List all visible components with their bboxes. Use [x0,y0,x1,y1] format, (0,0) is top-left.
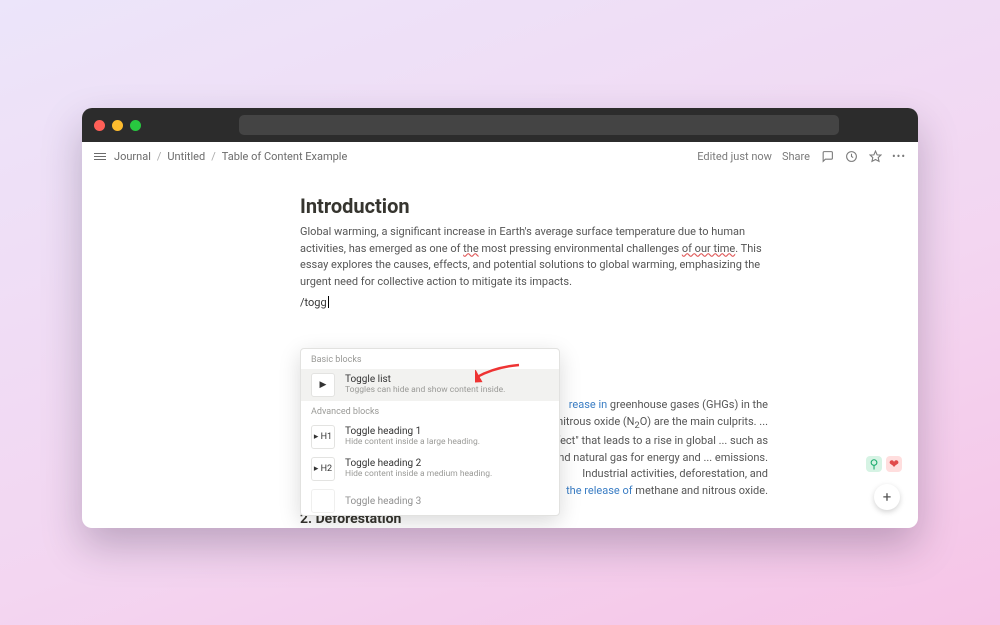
app-window: Journal / Untitled / Table of Content Ex… [82,108,918,528]
menu-icon[interactable] [94,153,106,160]
close-icon[interactable] [94,120,105,131]
menu-item-subtitle: Hide content inside a large heading. [345,437,480,447]
address-bar[interactable] [239,115,839,135]
window-controls [94,120,141,131]
share-button[interactable]: Share [782,150,810,163]
comment-icon[interactable] [820,149,834,163]
menu-item-toggle-list[interactable]: ▶ Toggle list Toggles can hide and show … [301,369,559,401]
breadcrumb-item[interactable]: Untitled [167,150,205,163]
star-icon[interactable] [868,149,882,163]
menu-item-title: Toggle list [345,374,505,385]
menu-item-toggle-h1[interactable]: ▸ H1 Toggle heading 1 Hide content insid… [301,421,559,453]
breadcrumb-item[interactable]: Table of Content Example [222,150,348,163]
floating-mini-icons: ⚲ ❤ [866,456,902,472]
breadcrumb-item[interactable]: Journal [114,150,151,163]
pin-icon[interactable]: ⚲ [866,456,882,472]
breadcrumb-sep: / [211,150,216,163]
clock-icon[interactable] [844,149,858,163]
toggle-list-icon: ▶ [311,373,335,397]
toggle-h3-icon [311,489,335,513]
edited-time-label: Edited just now [697,150,772,163]
slash-menu-section: Basic blocks [301,349,559,369]
maximize-icon[interactable] [130,120,141,131]
menu-item-subtitle: Toggles can hide and show content inside… [345,385,505,395]
slash-menu-section: Advanced blocks [301,401,559,421]
titlebar [82,108,918,142]
header-bar: Journal / Untitled / Table of Content Ex… [82,142,918,170]
minimize-icon[interactable] [112,120,123,131]
paragraph-intro: Global warming, a significant increase i… [300,224,768,290]
toggle-h1-icon: ▸ H1 [311,425,335,449]
more-icon[interactable]: ••• [892,149,906,163]
heading-introduction: Introduction [300,194,768,218]
breadcrumb-sep: / [157,150,162,163]
add-fab[interactable]: + [874,484,900,510]
menu-item-toggle-h2[interactable]: ▸ H2 Toggle heading 2 Hide content insid… [301,453,559,485]
heart-icon[interactable]: ❤ [886,456,902,472]
menu-item-toggle-h3[interactable]: Toggle heading 3 [301,485,559,515]
breadcrumb: Journal / Untitled / Table of Content Ex… [114,150,347,163]
menu-item-title: Toggle heading 1 [345,426,480,437]
menu-item-subtitle: Hide content inside a medium heading. [345,469,492,479]
document-body: Introduction Global warming, a significa… [82,170,918,528]
toggle-h2-icon: ▸ H2 [311,457,335,481]
slash-command-input[interactable]: /togg [300,296,768,309]
menu-item-title: Toggle heading 3 [345,496,421,507]
slash-menu: Basic blocks ▶ Toggle list Toggles can h… [300,348,560,516]
menu-item-title: Toggle heading 2 [345,458,492,469]
